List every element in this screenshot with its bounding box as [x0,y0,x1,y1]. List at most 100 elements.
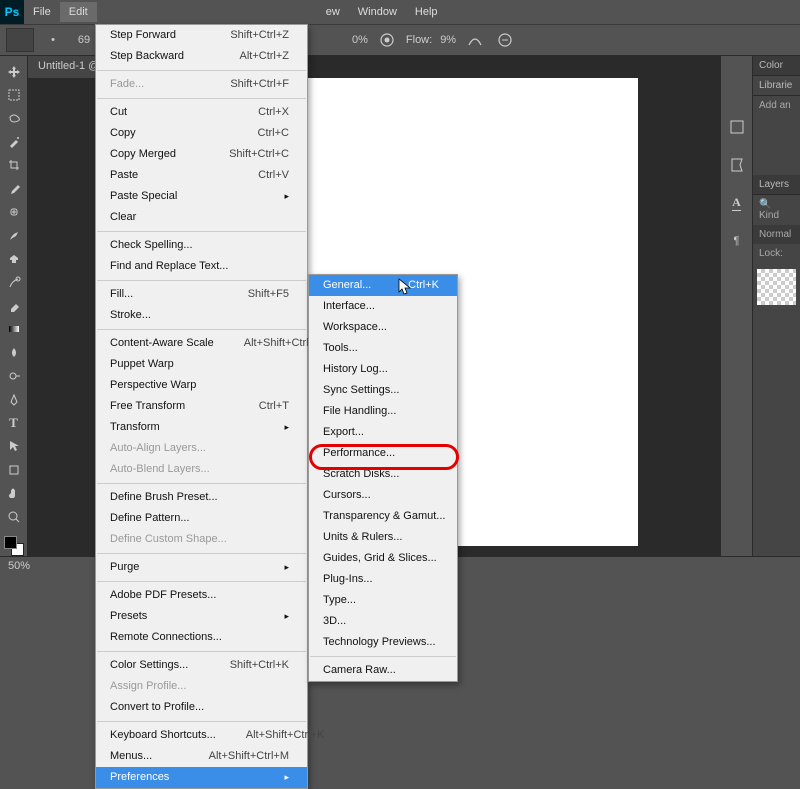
menu-view-partial[interactable]: ew [317,2,349,22]
foreground-background-colors[interactable] [4,536,24,555]
edit-menu-item-paste-special[interactable]: Paste Special▸ [96,186,307,207]
edit-menu-item-define-custom-shape: Define Custom Shape... [96,529,307,550]
edit-menu-item-clear[interactable]: Clear [96,207,307,228]
edit-menu-item-label: Step Backward [110,49,184,64]
edit-menu-item-step-backward[interactable]: Step BackwardAlt+Ctrl+Z [96,46,307,67]
pref-menu-item-sync-settings[interactable]: Sync Settings... [309,380,457,401]
edit-menu-item-assign-profile: Assign Profile... [96,676,307,697]
tool-lasso[interactable] [3,109,25,128]
tool-pen[interactable] [3,390,25,409]
edit-menu-item-step-forward[interactable]: Step ForwardShift+Ctrl+Z [96,25,307,46]
opacity-value: 0% [352,34,368,46]
tool-path-select[interactable] [3,437,25,456]
layer-thumbnail[interactable] [757,269,796,305]
tool-brush[interactable] [3,226,25,245]
brush-preview-icon[interactable]: • [42,29,64,51]
pref-menu-item-label: Sync Settings... [323,383,399,398]
pref-menu-item-3d[interactable]: 3D... [309,611,457,632]
edit-menu-item-transform[interactable]: Transform▸ [96,417,307,438]
edit-menu-item-copy-merged[interactable]: Copy MergedShift+Ctrl+C [96,144,307,165]
pref-menu-item-history-log[interactable]: History Log... [309,359,457,380]
zoom-level[interactable]: 50% [8,560,30,572]
edit-menu-item-cut[interactable]: CutCtrl+X [96,102,307,123]
color-panel-tab[interactable]: Color [753,56,800,76]
pref-menu-item-scratch-disks[interactable]: Scratch Disks... [309,464,457,485]
pref-menu-item-tools[interactable]: Tools... [309,338,457,359]
pref-menu-item-file-handling[interactable]: File Handling... [309,401,457,422]
tool-zoom[interactable] [3,507,25,526]
pref-menu-item-workspace[interactable]: Workspace... [309,317,457,338]
tool-wand[interactable] [3,132,25,151]
libraries-panel-tab[interactable]: Librarie [753,76,800,96]
tool-hand[interactable] [3,484,25,503]
edit-menu-item-free-transform[interactable]: Free TransformCtrl+T [96,396,307,417]
pref-menu-item-label: Scratch Disks... [323,467,399,482]
layers-kind-filter[interactable]: 🔍 Kind [753,195,800,225]
tool-eyedropper[interactable] [3,179,25,198]
tool-history-brush[interactable] [3,273,25,292]
edit-menu-item-define-brush-preset[interactable]: Define Brush Preset... [96,487,307,508]
pref-menu-item-label: General... [323,278,371,293]
pref-menu-item-transparency-gamut[interactable]: Transparency & Gamut... [309,506,457,527]
edit-menu-item-perspective-warp[interactable]: Perspective Warp [96,375,307,396]
pref-menu-item-units-rulers[interactable]: Units & Rulers... [309,527,457,548]
tool-crop[interactable] [3,156,25,175]
tool-blur[interactable] [3,343,25,362]
menu-window[interactable]: Window [349,2,406,22]
edit-menu-item-color-settings[interactable]: Color Settings...Shift+Ctrl+K [96,655,307,676]
flow-value[interactable]: 9% [440,34,456,46]
edit-menu-item-check-spelling[interactable]: Check Spelling... [96,235,307,256]
menu-edit[interactable]: Edit [60,2,97,22]
pref-menu-item-camera-raw[interactable]: Camera Raw... [309,660,457,681]
edit-menu-item-keyboard-shortcuts[interactable]: Keyboard Shortcuts...Alt+Shift+Ctrl+K [96,725,307,746]
edit-menu-item-stroke[interactable]: Stroke... [96,305,307,326]
tool-eraser[interactable] [3,296,25,315]
pref-menu-item-export[interactable]: Export... [309,422,457,443]
pref-menu-item-guides-grid-slices[interactable]: Guides, Grid & Slices... [309,548,457,569]
paragraph-panel-icon[interactable]: ¶ [726,230,748,252]
tool-gradient[interactable] [3,320,25,339]
edit-menu-item-convert-to-profile[interactable]: Convert to Profile... [96,697,307,718]
tool-marquee[interactable] [3,85,25,104]
edit-menu-item-content-aware-scale[interactable]: Content-Aware ScaleAlt+Shift+Ctrl+C [96,333,307,354]
pressure-size-icon[interactable] [494,29,516,51]
edit-menu-item-paste[interactable]: PasteCtrl+V [96,165,307,186]
edit-menu-item-find-and-replace-text[interactable]: Find and Replace Text... [96,256,307,277]
pressure-opacity-icon[interactable] [376,29,398,51]
brush-size-value[interactable]: 69 [72,34,96,46]
actions-panel-icon[interactable] [726,154,748,176]
edit-menu-separator [97,231,306,232]
pref-menu-item-performance[interactable]: Performance... [309,443,457,464]
menu-help[interactable]: Help [406,2,447,22]
edit-menu-item-adobe-pdf-presets[interactable]: Adobe PDF Presets... [96,585,307,606]
edit-menu-item-purge[interactable]: Purge▸ [96,557,307,578]
airbrush-icon[interactable] [464,29,486,51]
edit-menu-item-fill[interactable]: Fill...Shift+F5 [96,284,307,305]
pref-menu-item-cursors[interactable]: Cursors... [309,485,457,506]
edit-menu-item-remote-connections[interactable]: Remote Connections... [96,627,307,648]
layers-blend-mode[interactable]: Normal [753,225,800,244]
pref-menu-item-plug-ins[interactable]: Plug-Ins... [309,569,457,590]
tool-move[interactable] [3,62,25,81]
edit-menu-item-puppet-warp[interactable]: Puppet Warp [96,354,307,375]
pref-menu-item-technology-previews[interactable]: Technology Previews... [309,632,457,653]
tool-dodge[interactable] [3,366,25,385]
character-panel-icon[interactable]: A [726,192,748,214]
pref-menu-item-interface[interactable]: Interface... [309,296,457,317]
edit-menu-item-define-pattern[interactable]: Define Pattern... [96,508,307,529]
history-panel-icon[interactable] [726,116,748,138]
menu-file[interactable]: File [24,2,60,22]
pref-menu-item-type[interactable]: Type... [309,590,457,611]
tool-stamp[interactable] [3,249,25,268]
edit-menu-item-preferences[interactable]: Preferences▸ [96,767,307,788]
tool-type[interactable]: T [3,413,25,432]
tool-preset-swatch[interactable] [6,28,34,52]
edit-menu-item-copy[interactable]: CopyCtrl+C [96,123,307,144]
pref-menu-item-general[interactable]: General...Ctrl+K [309,275,457,296]
layers-panel-tab[interactable]: Layers [753,175,800,195]
chevron-right-icon: ▸ [284,189,289,204]
edit-menu-item-menus[interactable]: Menus...Alt+Shift+Ctrl+M [96,746,307,767]
edit-menu-item-presets[interactable]: Presets▸ [96,606,307,627]
tool-shape[interactable] [3,460,25,479]
tool-healing[interactable] [3,203,25,222]
